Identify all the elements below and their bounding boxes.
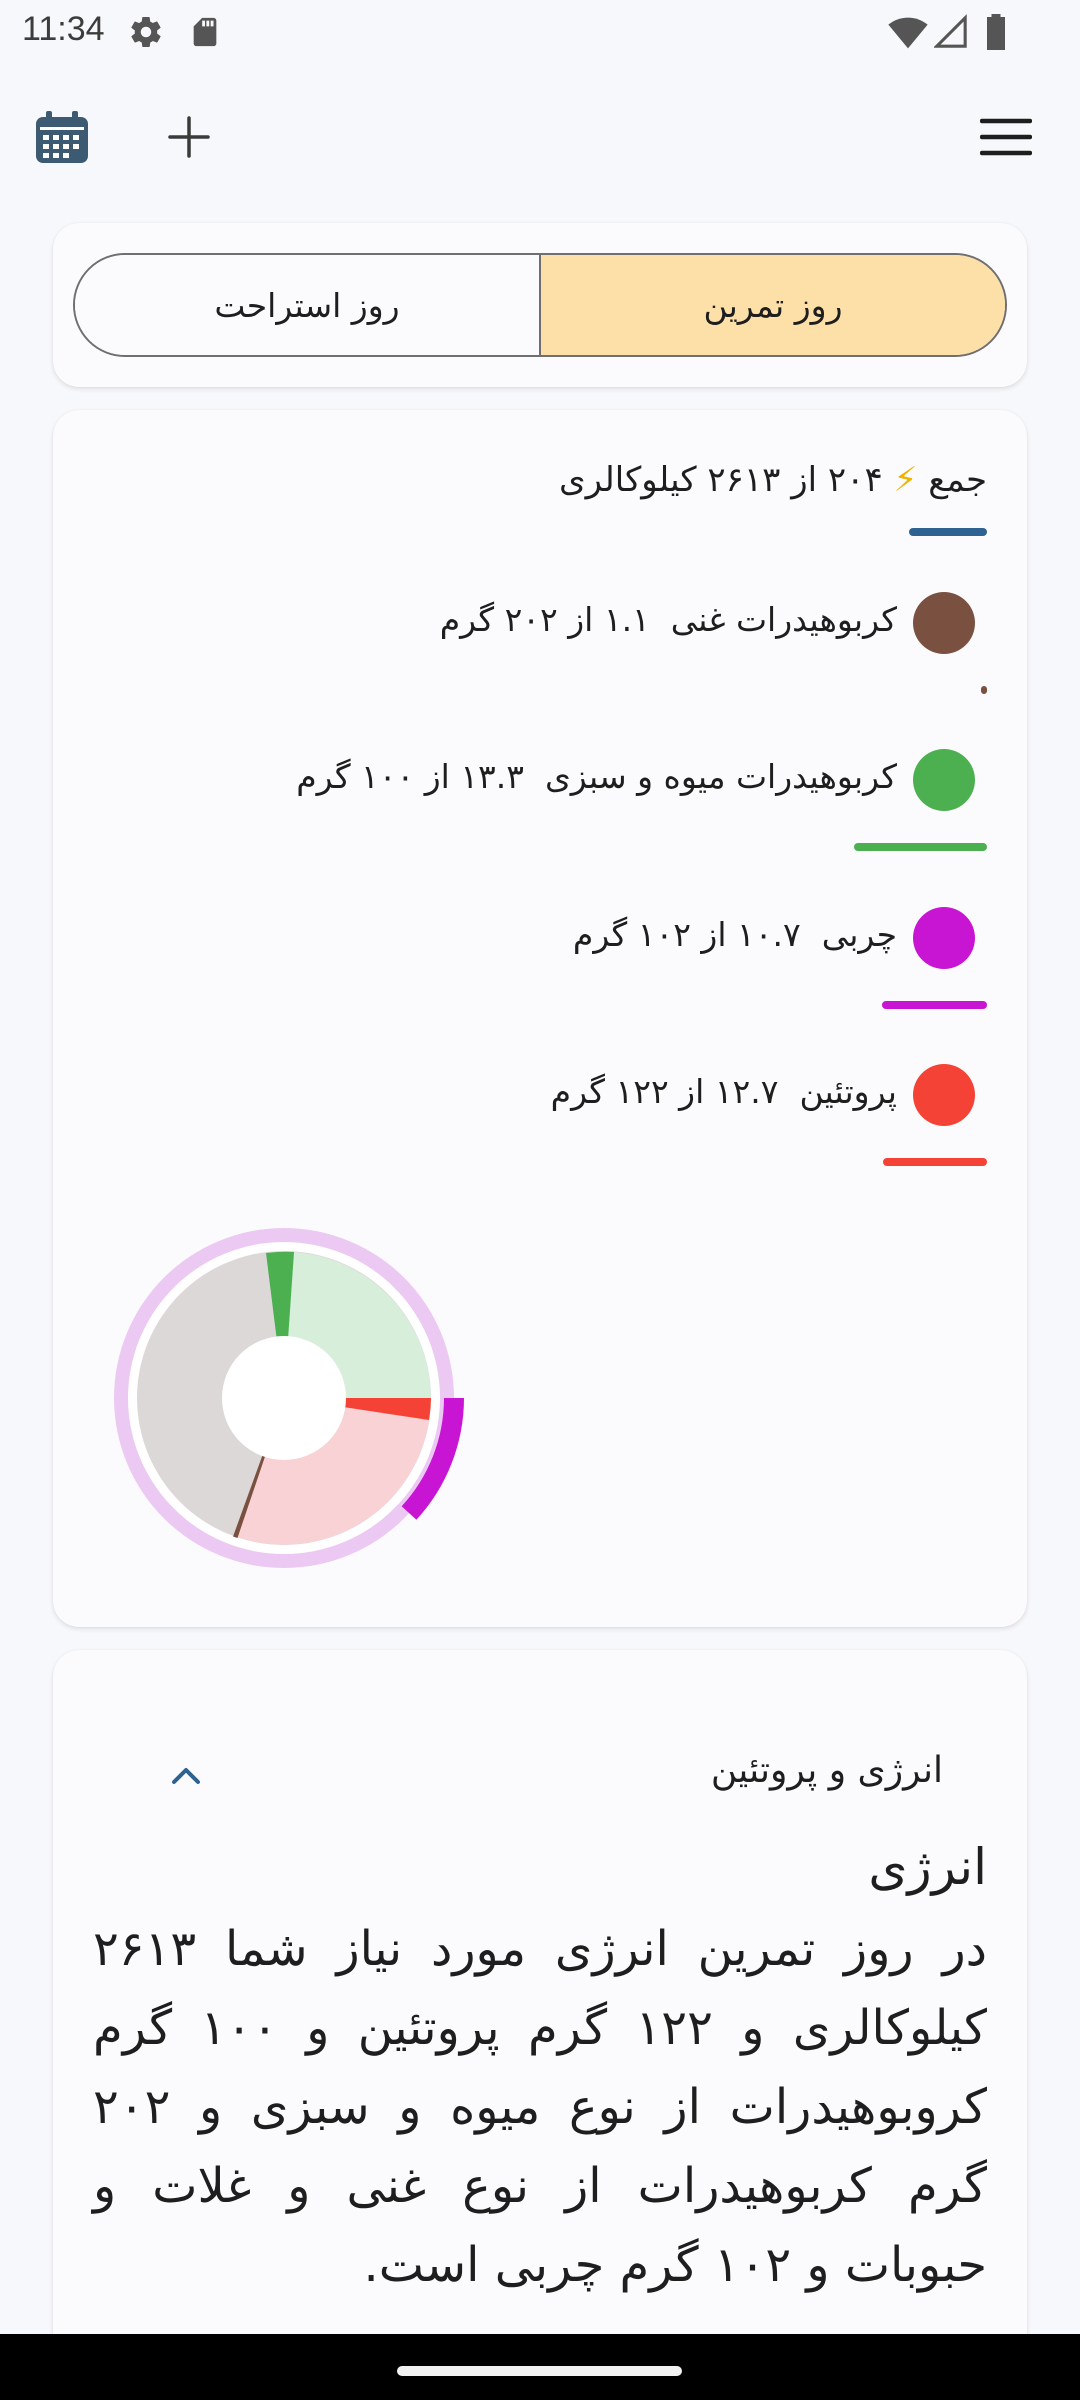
total-energy-value: ۲۰۴ از ۲۶۱۳ کیلوکالری	[559, 460, 883, 500]
total-label: جمع	[928, 460, 987, 500]
chevron-up-icon[interactable]	[161, 1750, 211, 1800]
protein-progress	[883, 1158, 987, 1166]
training-day-tab[interactable]: روز تمرین	[541, 255, 1005, 355]
fruit-veg-carbs-name: کربوهیدرات میوه و سبزی	[544, 757, 897, 796]
menu-icon[interactable]	[971, 102, 1041, 172]
rich-carbs-value: ۱.۱ از ۲۰۲ گرم	[439, 600, 650, 639]
macro-donut-chart	[114, 1228, 464, 1568]
fat-progress	[882, 1001, 987, 1009]
energy-description: در روز تمرین انرژی مورد نیاز شما ۲۶۱۳ کی…	[93, 1921, 988, 2293]
fruit-veg-carbs-color-dot	[913, 749, 975, 811]
protein-name: پروتئین	[799, 1072, 897, 1111]
home-gesture-handle[interactable]	[397, 2366, 682, 2376]
rest-day-tab[interactable]: روز استراحت	[75, 255, 541, 355]
fat-label: چربی ۱۰.۷ از ۱۰۲ گرم	[573, 915, 897, 954]
add-icon[interactable]	[154, 102, 224, 172]
day-toggle: روز استراحت روز تمرین	[73, 253, 1007, 357]
rich-carbs-label: کربوهیدرات غنی ۱.۱ از ۲۰۲ گرم	[440, 600, 897, 639]
protein-color-dot	[913, 1064, 975, 1126]
calendar-icon[interactable]	[27, 102, 97, 172]
total-energy-progress	[909, 528, 987, 536]
sd-card-icon	[188, 14, 222, 54]
fruit-veg-carbs-value: ۱۳.۳ از ۱۰۰ گرم	[296, 757, 524, 796]
total-energy-row: جمع ⚡ ۲۰۴ از ۲۶۱۳ کیلوکالری	[559, 460, 987, 500]
fruit-veg-carbs-progress	[854, 843, 987, 851]
rich-carbs-color-dot	[913, 592, 975, 654]
battery-icon	[984, 14, 1008, 54]
energy-protein-card: انرژی و پروتئین انرژی در روز تمرین انرژی…	[53, 1650, 1027, 2370]
fat-color-dot	[913, 907, 975, 969]
lightning-icon: ⚡	[893, 460, 918, 500]
signal-icon	[933, 14, 968, 54]
settings-icon	[128, 14, 164, 54]
energy-protein-header[interactable]: انرژی و پروتئین	[711, 1750, 943, 1791]
fat-name: چربی	[821, 915, 897, 954]
status-time: 11:34	[22, 10, 105, 48]
protein-label: پروتئین ۱۲.۷ از ۱۲۲ گرم	[551, 1072, 897, 1111]
protein-value: ۱۲.۷ از ۱۲۲ گرم	[550, 1072, 779, 1111]
donut-hole	[222, 1336, 346, 1460]
nutrition-summary-card: جمع ⚡ ۲۰۴ از ۲۶۱۳ کیلوکالری کربوهیدرات غ…	[53, 410, 1027, 1627]
energy-heading: انرژی	[868, 1838, 987, 1896]
day-toggle-card: روز استراحت روز تمرین	[53, 223, 1027, 387]
top-app-bar	[0, 80, 1080, 190]
rich-carbs-progress	[981, 686, 987, 694]
fruit-veg-carbs-label: کربوهیدرات میوه و سبزی ۱۳.۳ از ۱۰۰ گرم	[296, 757, 897, 796]
status-bar: 11:34	[0, 0, 1080, 66]
wifi-icon	[888, 14, 928, 54]
rich-carbs-name: کربوهیدرات غنی	[670, 600, 897, 639]
fat-value: ۱۰.۷ از ۱۰۲ گرم	[572, 915, 801, 954]
